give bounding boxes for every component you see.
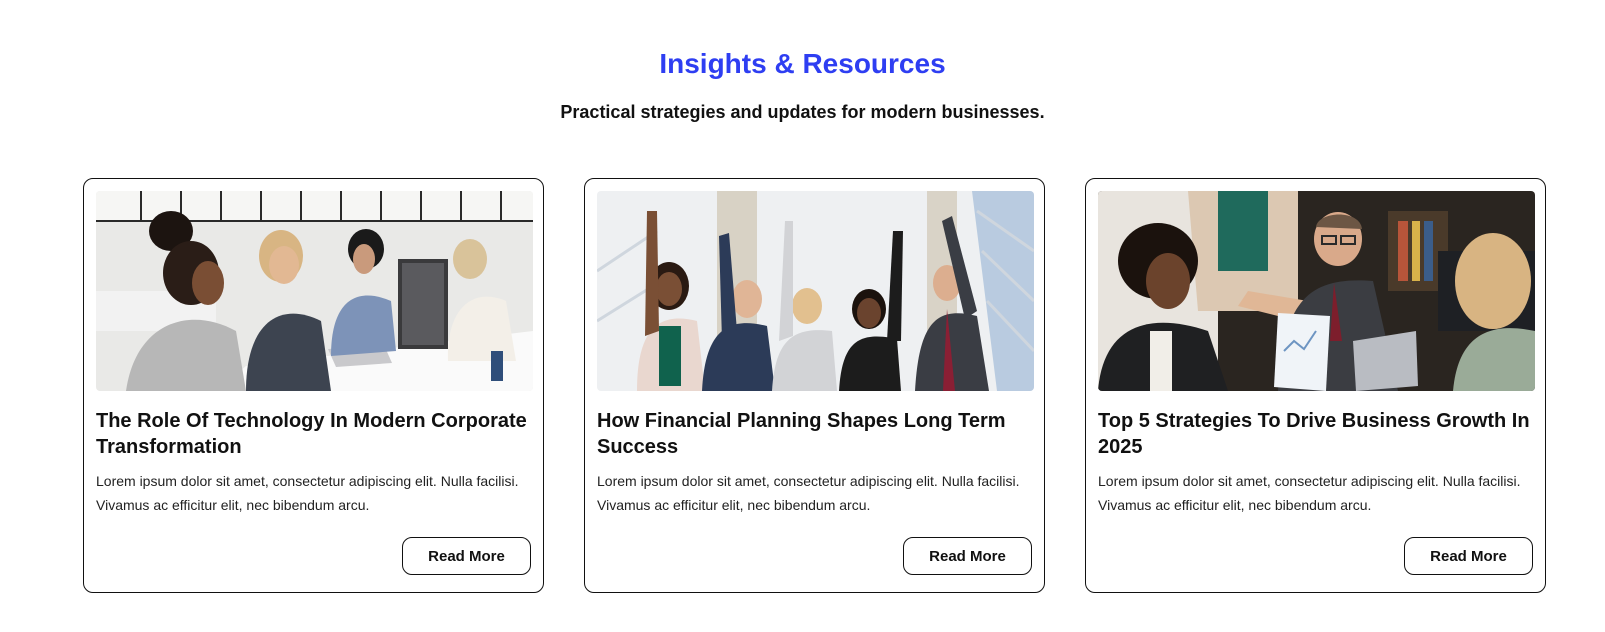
- section-title: Insights & Resources: [659, 48, 946, 79]
- article-card: How Financial Planning Shapes Long Term …: [584, 178, 1045, 593]
- article-cards: The Role Of Technology In Modern Corpora…: [83, 178, 1546, 593]
- read-more-button[interactable]: Read More: [402, 537, 531, 575]
- article-image[interactable]: [96, 191, 533, 391]
- article-title[interactable]: The Role Of Technology In Modern Corpora…: [96, 408, 531, 460]
- article-card: The Role Of Technology In Modern Corpora…: [83, 178, 544, 593]
- article-title[interactable]: Top 5 Strategies To Drive Business Growt…: [1098, 408, 1533, 460]
- section-subtitle: Practical strategies and updates for mod…: [560, 102, 1045, 122]
- article-title[interactable]: How Financial Planning Shapes Long Term …: [597, 408, 1032, 460]
- read-more-button[interactable]: Read More: [903, 537, 1032, 575]
- article-excerpt: Lorem ipsum dolor sit amet, consectetur …: [96, 473, 519, 513]
- article-excerpt: Lorem ipsum dolor sit amet, consectetur …: [597, 473, 1020, 513]
- article-excerpt: Lorem ipsum dolor sit amet, consectetur …: [1098, 473, 1521, 513]
- article-card: Top 5 Strategies To Drive Business Growt…: [1085, 178, 1546, 593]
- article-image[interactable]: [1098, 191, 1535, 391]
- read-more-button[interactable]: Read More: [1404, 537, 1533, 575]
- article-image[interactable]: [597, 191, 1034, 391]
